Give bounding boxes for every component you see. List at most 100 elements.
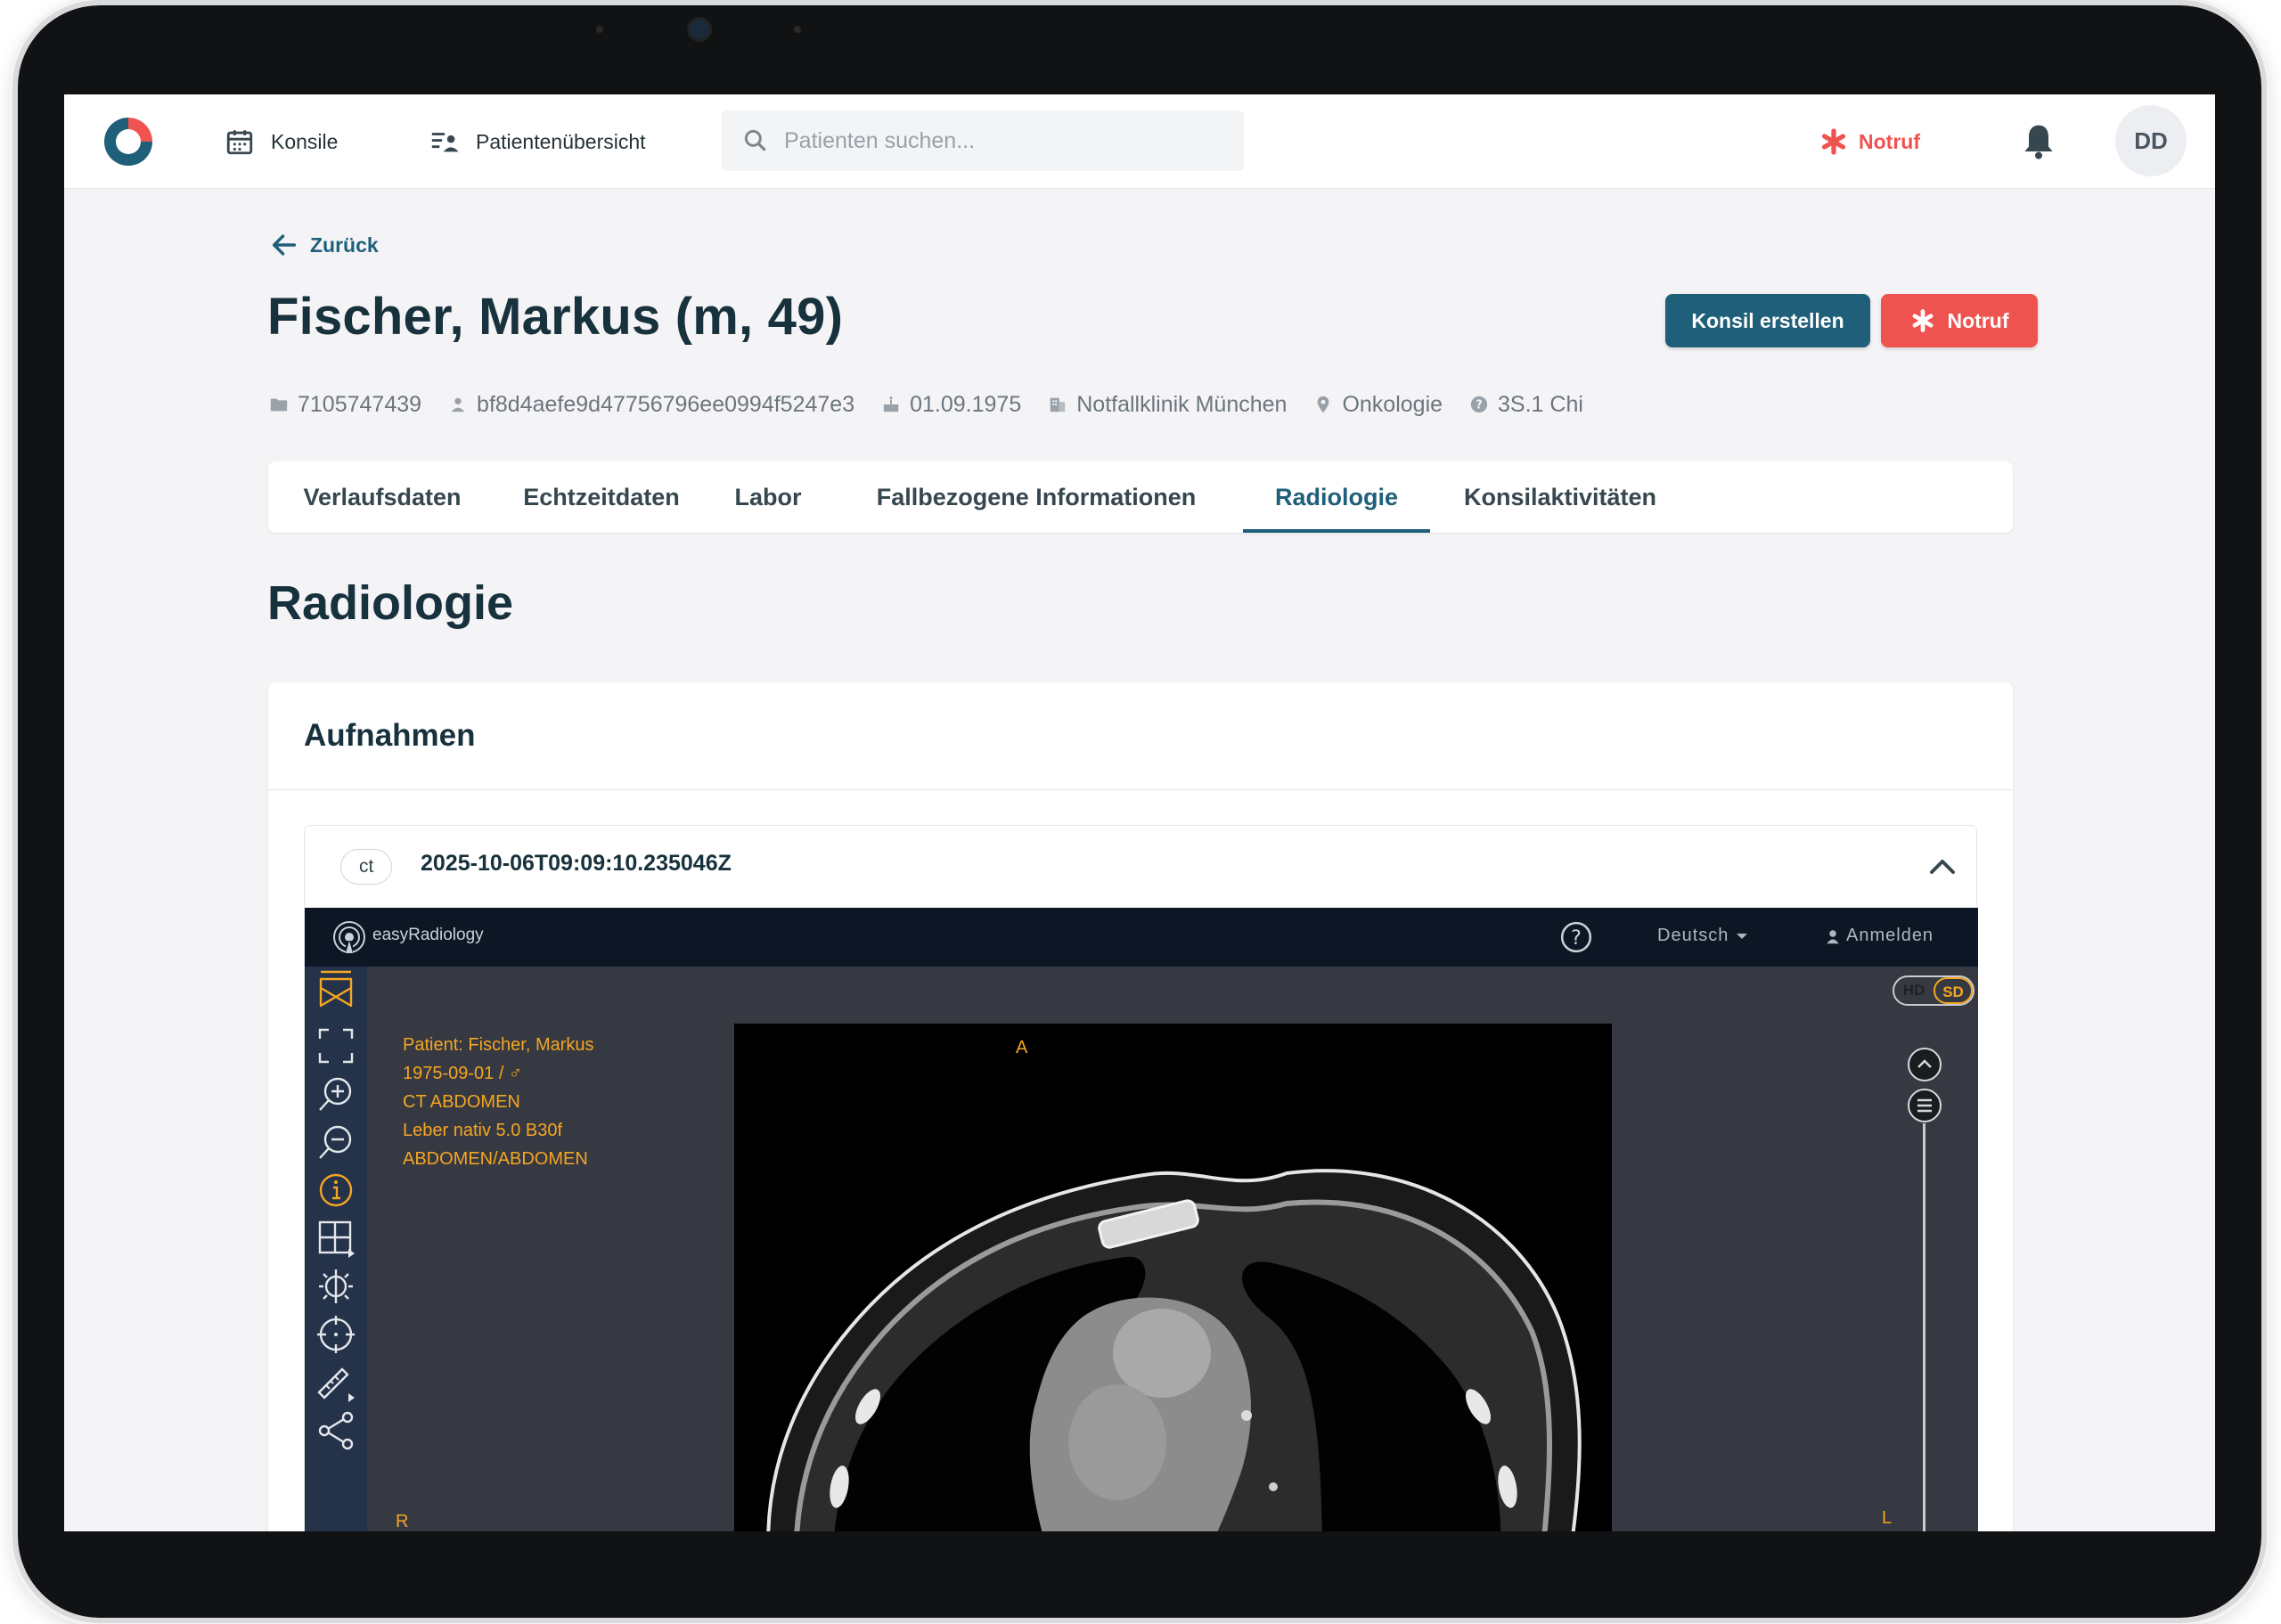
orientation-right: L: [1882, 1508, 1893, 1528]
asterisk-icon: [1912, 309, 1933, 332]
calendar-icon: [226, 130, 253, 155]
konsil-erstellen-button[interactable]: Konsil erstellen: [1665, 294, 1870, 347]
radiology-viewer: easyRadiology ? Deutsch Anmelden HD SD P…: [305, 908, 1978, 1531]
scroll-up-icon[interactable]: [1907, 1047, 1942, 1082]
meta-clinic: Notfallklinik München: [1048, 392, 1287, 418]
meta-room: ? 3S.1 Chi: [1469, 392, 1583, 418]
slice-scrollbar[interactable]: [1923, 1123, 1925, 1531]
patient-search[interactable]: [722, 110, 1244, 171]
ct-image[interactable]: [734, 1024, 1612, 1531]
quality-toggle[interactable]: HD SD: [1893, 975, 1974, 1006]
nav-patientenuebersicht-label: Patientenübersicht: [476, 129, 646, 153]
user-icon: [1827, 929, 1839, 943]
user-avatar[interactable]: DD: [2115, 105, 2187, 176]
crosshair-icon[interactable]: [315, 1314, 356, 1355]
nav-patientenuebersicht[interactable]: Patientenübersicht: [429, 119, 646, 164]
tab-radiologie[interactable]: Radiologie: [1243, 461, 1430, 533]
study-datetime: 2025-10-06T09:09:10.235046Z: [421, 851, 732, 876]
easyradiology-logo-icon: [333, 921, 365, 953]
tab-verlaufsdaten[interactable]: Verlaufsdaten: [268, 461, 496, 533]
info-icon[interactable]: [315, 1170, 356, 1211]
person-icon: [451, 397, 465, 412]
patient-title: Fischer, Markus (m, 49): [267, 288, 844, 346]
share-icon[interactable]: [315, 1410, 356, 1451]
login-link[interactable]: Anmelden: [1825, 926, 1934, 946]
top-navigation: Konsile Patientenübersicht Patienten suc…: [64, 94, 2215, 189]
ct-slice-image: [766, 1169, 1582, 1531]
search-input[interactable]: [784, 127, 1212, 154]
language-select[interactable]: Deutsch: [1657, 926, 1748, 946]
search-icon: [744, 129, 766, 151]
tab-labor[interactable]: Labor: [707, 461, 830, 533]
department: Onkologie: [1342, 391, 1443, 417]
overlay-study: CT ABDOMEN: [403, 1092, 520, 1112]
tab-fallbezogene-informationen[interactable]: Fallbezogene Informationen: [830, 461, 1243, 533]
zoom-out-icon[interactable]: [315, 1122, 356, 1163]
tab-konsilaktivitaeten[interactable]: Konsilaktivitäten: [1430, 461, 1690, 533]
sd-option[interactable]: SD: [1934, 977, 1973, 1004]
clinic: Notfallklinik München: [1076, 391, 1288, 417]
contrast-window-icon[interactable]: [315, 1266, 356, 1307]
series-menu-icon[interactable]: [1907, 1088, 1942, 1123]
fullscreen-icon[interactable]: [315, 1025, 356, 1066]
case-id: 7105747439: [298, 391, 422, 417]
sensor-dot-left: [596, 26, 603, 33]
arrow-left-icon: [272, 234, 297, 256]
nav-notruf-label: Notruf: [1859, 129, 1920, 153]
nav-konsile[interactable]: Konsile: [225, 119, 338, 164]
overlay-series: Leber nativ 5.0 B30f: [403, 1121, 563, 1140]
camera-lens: [690, 20, 709, 39]
orientation-top: A: [1016, 1038, 1028, 1057]
app-screen: Konsile Patientenübersicht Patienten suc…: [64, 94, 2215, 1531]
building-icon: [1050, 397, 1066, 412]
dicom-overlay: Patient: Fischer, Markus 1975-09-01 / ♂ …: [403, 1031, 594, 1173]
bookmark-icon[interactable]: [315, 970, 356, 1011]
patient-tabs: Verlaufsdaten Echtzeitdaten Labor Fallbe…: [268, 461, 2013, 533]
back-label: Zurück: [310, 233, 379, 257]
birth-date: 01.09.1975: [910, 391, 1022, 417]
bell-icon[interactable]: [2019, 121, 2058, 162]
login-label: Anmelden: [1846, 926, 1934, 945]
hd-option[interactable]: HD: [1894, 982, 1934, 1000]
app-logo: [104, 118, 152, 166]
folder-icon: [270, 398, 288, 412]
notruf-button-label: Notruf: [1947, 308, 2009, 332]
card-title: Aufnahmen: [304, 718, 476, 753]
zoom-in-icon[interactable]: [315, 1073, 356, 1114]
viewer-brand: easyRadiology: [372, 926, 484, 944]
viewer-toolbar: [305, 967, 367, 1531]
patient-hash: bf8d4aefe9d47756796ee0994f5247e3: [477, 391, 855, 417]
svg-text:?: ?: [1571, 926, 1582, 950]
back-link[interactable]: Zurück: [269, 230, 379, 260]
caret-down-icon: [1737, 933, 1748, 939]
svg-text:?: ?: [1476, 399, 1482, 412]
notruf-button[interactable]: Notruf: [1881, 294, 2038, 347]
section-title: Radiologie: [267, 576, 514, 630]
room: 3S.1 Chi: [1498, 391, 1583, 417]
card-divider: [268, 789, 2013, 790]
orientation-left: R: [396, 1512, 409, 1531]
viewer-topbar: easyRadiology ? Deutsch Anmelden: [305, 908, 1978, 967]
overlay-patient: Patient: Fischer, Markus: [403, 1035, 594, 1055]
birthday-cake-icon: [883, 396, 899, 412]
chevron-up-icon[interactable]: [1926, 851, 1958, 883]
study-panel: ct 2025-10-06T09:09:10.235046Z easyRadio…: [304, 825, 1978, 1531]
nav-notruf[interactable]: Notruf: [1819, 119, 1920, 164]
aufnahmen-card: Aufnahmen ct 2025-10-06T09:09:10.235046Z: [268, 682, 2013, 1531]
study-header[interactable]: ct 2025-10-06T09:09:10.235046Z: [305, 826, 1978, 908]
avatar-initials: DD: [2134, 126, 2168, 154]
tablet-frame: Konsile Patientenübersicht Patienten suc…: [18, 5, 2261, 1618]
patient-meta: 7105747439 bf8d4aefe9d47756796ee0994f524…: [269, 388, 1610, 420]
help-icon[interactable]: ?: [1559, 920, 1593, 954]
ruler-measure-icon[interactable]: [315, 1362, 356, 1403]
layout-grid-icon[interactable]: [315, 1218, 356, 1259]
viewer-canvas-area[interactable]: HD SD Patient: Fischer, Markus 1975-09-0…: [367, 967, 1978, 1531]
overlay-body-part: ABDOMEN/ABDOMEN: [403, 1149, 588, 1169]
meta-birth-date: 01.09.1975: [881, 392, 1021, 418]
overlay-birth-sex: 1975-09-01 / ♂: [403, 1064, 522, 1083]
nav-konsile-label: Konsile: [271, 129, 339, 153]
modality-badge: ct: [340, 849, 393, 885]
tab-echtzeitdaten[interactable]: Echtzeitdaten: [496, 461, 707, 533]
location-pin-icon: [1318, 396, 1329, 413]
meta-department: Onkologie: [1313, 392, 1443, 418]
